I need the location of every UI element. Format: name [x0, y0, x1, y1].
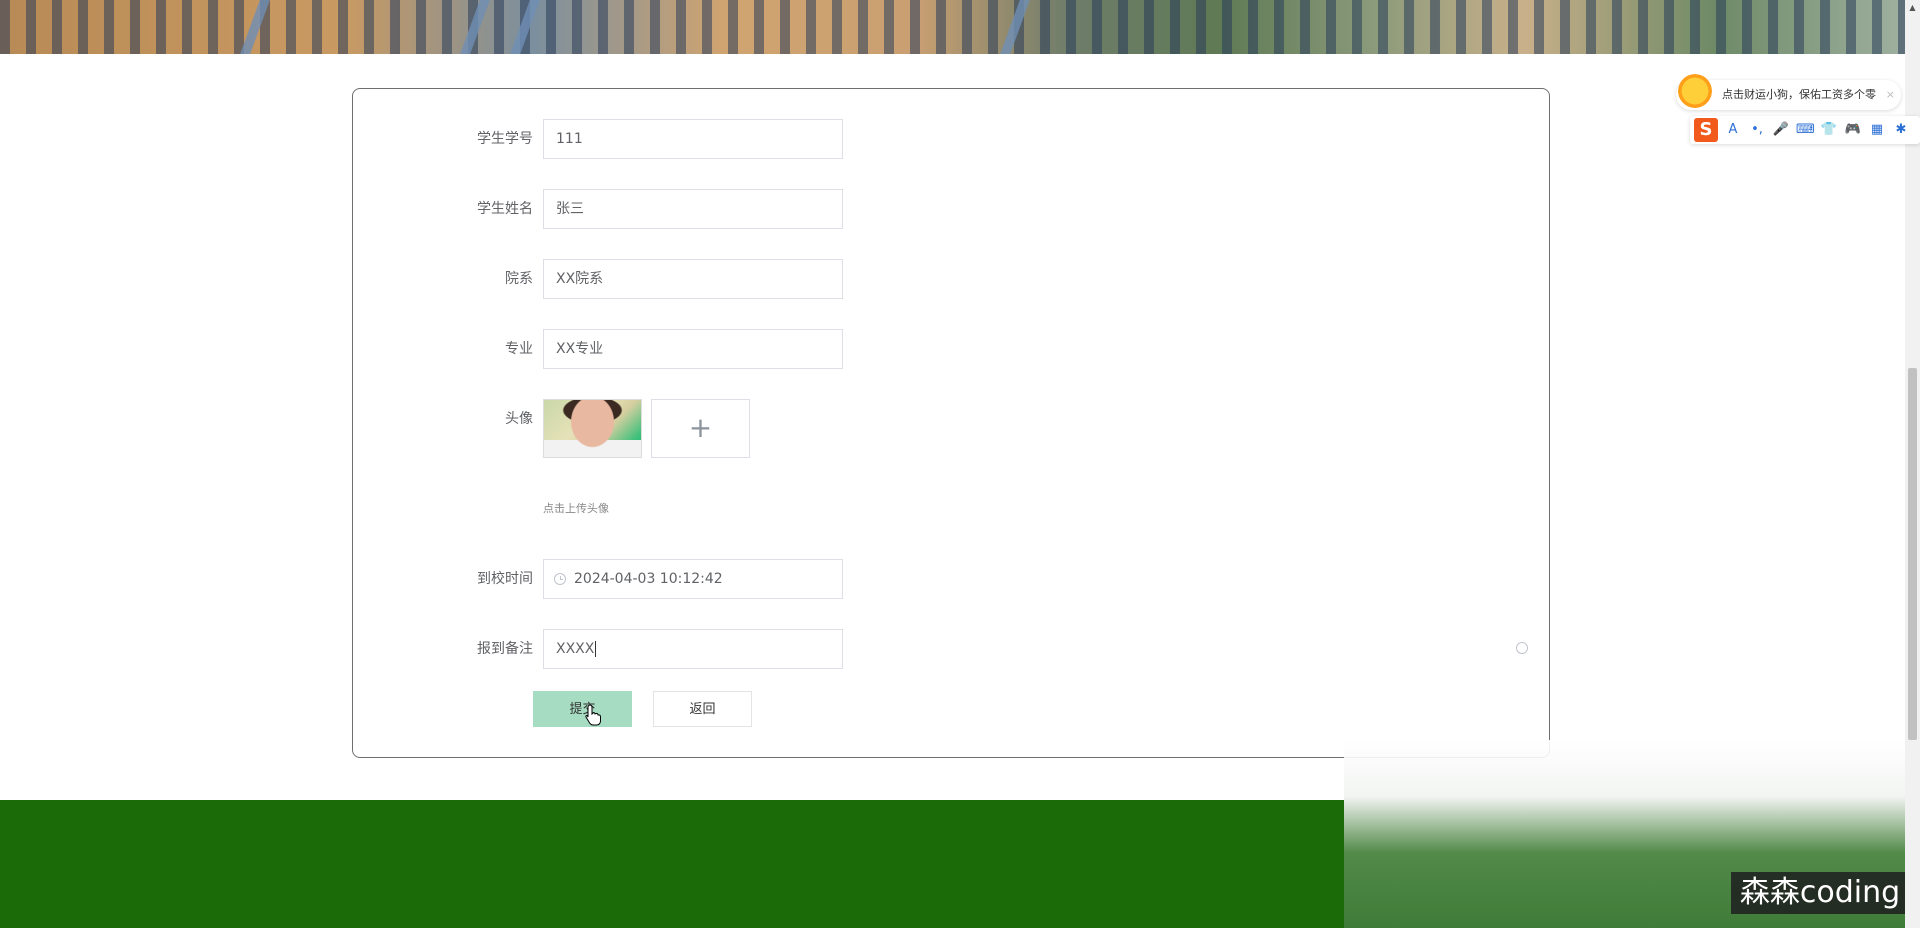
- ime-tip-text: 点击财运小狗，保佑工资多个零: [1722, 88, 1876, 101]
- avatar-upload-button[interactable]: +: [651, 399, 750, 458]
- mouse-cursor-icon: [585, 704, 601, 726]
- department-input[interactable]: XX院系: [543, 259, 843, 299]
- keyboard-icon[interactable]: ⌨: [1796, 120, 1815, 140]
- arrival-time-value: 2024-04-03 10:12:42: [574, 571, 723, 587]
- ime-promo-tip[interactable]: 点击财运小狗，保佑工资多个零 ×: [1676, 74, 1901, 110]
- student-name-input[interactable]: 张三: [543, 189, 843, 229]
- department-label: 院系: [505, 271, 533, 287]
- sogou-logo-icon[interactable]: S: [1694, 118, 1718, 142]
- form-row-arrival-time: 到校时间 2024-04-03 10:12:42: [353, 559, 853, 599]
- banner-pole: [1000, 0, 1030, 54]
- watermark: 森森coding: [1731, 872, 1909, 914]
- student-registration-form: 学生学号 111 学生姓名 张三 院系 XX院系 专业 XX专业 头像 + 点击…: [352, 88, 1550, 758]
- arrival-time-label: 到校时间: [477, 571, 533, 587]
- form-row-note: 报到备注 XXXX: [353, 629, 853, 669]
- close-icon[interactable]: ×: [1886, 80, 1895, 110]
- scroll-up-icon[interactable]: ▲: [1905, 0, 1920, 15]
- major-label: 专业: [505, 341, 533, 357]
- form-row-student-name: 学生姓名 张三: [353, 189, 853, 229]
- submit-button[interactable]: 提交: [533, 691, 632, 727]
- form-row-major: 专业 XX专业: [353, 329, 853, 369]
- note-input[interactable]: XXXX: [543, 629, 843, 669]
- scroll-thumb[interactable]: [1908, 368, 1917, 740]
- form-row-avatar: 头像 + 点击上传头像: [353, 399, 853, 529]
- banner-pole: [240, 0, 270, 54]
- avatar-upload-hint: 点击上传头像: [543, 502, 609, 515]
- student-id-input[interactable]: 111: [543, 119, 843, 159]
- arrival-time-picker[interactable]: 2024-04-03 10:12:42: [543, 559, 843, 599]
- footer-band: [0, 800, 1344, 928]
- clear-icon[interactable]: [1516, 642, 1528, 654]
- header-banner-image: [0, 0, 1905, 54]
- skin-icon[interactable]: 👕: [1820, 120, 1838, 140]
- text-caret: [595, 641, 597, 657]
- apps-icon[interactable]: ▦: [1868, 120, 1886, 140]
- clock-icon: [554, 573, 566, 585]
- avatar-image[interactable]: [543, 399, 642, 458]
- punctuation-icon[interactable]: •,: [1748, 120, 1766, 140]
- game-icon[interactable]: 🎮: [1844, 120, 1862, 140]
- student-name-label: 学生姓名: [477, 201, 533, 217]
- banner-pole: [510, 0, 540, 54]
- form-row-student-id: 学生学号 111: [353, 119, 853, 159]
- settings-icon[interactable]: ✱: [1892, 120, 1910, 140]
- student-id-label: 学生学号: [477, 131, 533, 147]
- note-label: 报到备注: [477, 641, 533, 657]
- avatar-label: 头像: [505, 411, 533, 427]
- plus-icon: +: [688, 411, 713, 444]
- font-icon[interactable]: A: [1724, 120, 1742, 140]
- ime-toolbar: S A •, 🎤 ⌨ 👕 🎮 ▦ ✱: [1690, 116, 1920, 144]
- back-button[interactable]: 返回: [653, 691, 752, 727]
- sun-mascot-icon[interactable]: [1678, 74, 1712, 108]
- note-value: XXXX: [556, 641, 595, 657]
- form-row-department: 院系 XX院系: [353, 259, 853, 299]
- microphone-icon[interactable]: 🎤: [1772, 120, 1790, 140]
- major-input[interactable]: XX专业: [543, 329, 843, 369]
- banner-pole: [460, 0, 490, 54]
